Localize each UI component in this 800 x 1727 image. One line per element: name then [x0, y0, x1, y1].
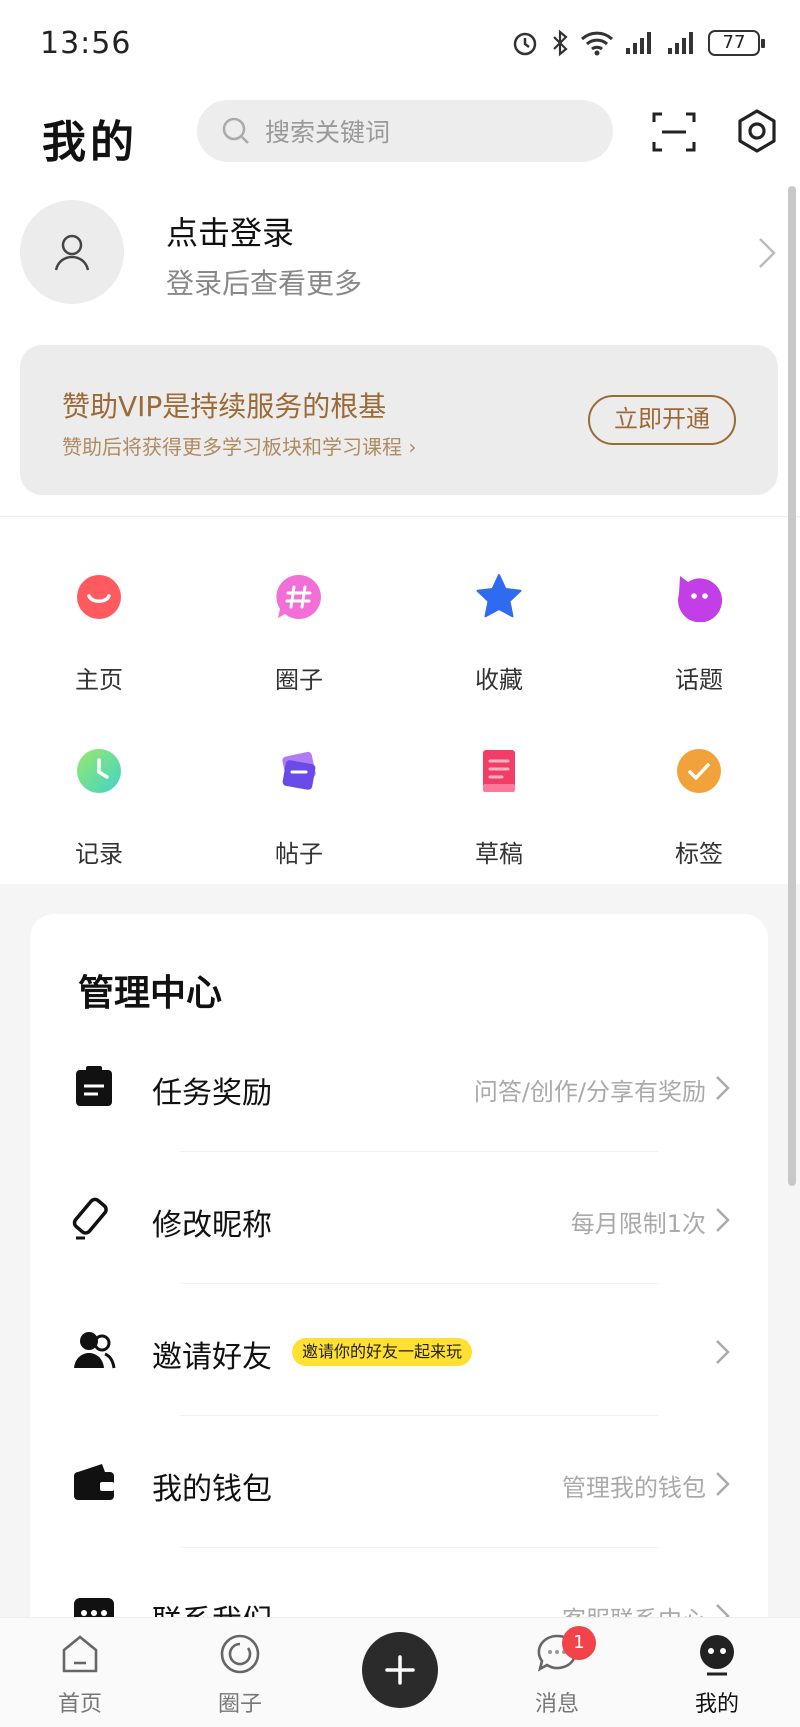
wifi-icon	[580, 31, 614, 56]
home-icon	[62, 1635, 98, 1673]
shortcut-label: 记录	[75, 840, 123, 868]
plus-icon	[385, 1655, 415, 1685]
management-panel: 管理中心 任务奖励 问答/创作/分享有奖励 修改昵称 每月限制1次 邀请好友 邀…	[30, 914, 768, 1674]
chevron-right-icon	[716, 1208, 730, 1232]
login-subtitle: 登录后查看更多	[166, 267, 363, 300]
menu-item-change-nickname[interactable]: 修改昵称 每月限制1次	[30, 1152, 768, 1284]
chevron-right-icon	[716, 1472, 730, 1496]
shortcut-label: 草稿	[475, 840, 523, 868]
tab-label: 我的	[694, 1692, 739, 1717]
menu-label: 修改昵称	[152, 1208, 272, 1243]
star-icon	[476, 574, 522, 618]
shortcut-tags[interactable]: 标签	[639, 746, 759, 869]
settings-icon[interactable]	[734, 108, 780, 154]
vip-subtitle[interactable]: 赞助后将获得更多学习板块和学习课程 ›	[62, 431, 416, 460]
smile-icon	[77, 575, 121, 619]
eraser-icon	[72, 1197, 108, 1240]
alarm-icon	[513, 32, 537, 56]
menu-item-task-rewards[interactable]: 任务奖励 问答/创作/分享有奖励	[30, 1020, 768, 1152]
menu-hint: 问答/创作/分享有奖励	[473, 1078, 706, 1106]
shortcut-home[interactable]: 主页	[39, 572, 159, 695]
login-title: 点击登录	[166, 214, 295, 252]
shortcut-label: 话题	[675, 666, 723, 694]
search-icon	[222, 117, 249, 144]
avatar	[20, 200, 124, 304]
cards-icon	[282, 751, 316, 790]
bluetooth-icon	[553, 29, 568, 57]
promo-badge: 邀请你的好友一起来玩	[292, 1338, 473, 1366]
clock-icon	[77, 749, 121, 793]
tab-label: 圈子	[217, 1692, 262, 1717]
signal-icon-2	[668, 32, 693, 54]
menu-label: 我的钱包	[152, 1472, 272, 1507]
scrollbar[interactable]	[788, 186, 796, 1186]
signal-icon	[626, 32, 651, 54]
scan-icon[interactable]	[652, 110, 696, 154]
shortcut-label: 圈子	[275, 666, 323, 694]
search-input[interactable]: 搜索关键词	[197, 100, 613, 162]
menu-hint: 管理我的钱包	[562, 1474, 706, 1502]
chat-face-icon	[678, 576, 723, 623]
shortcut-topics[interactable]: 话题	[639, 572, 759, 695]
chevron-right-icon	[759, 238, 776, 268]
shortcut-drafts[interactable]: 草稿	[439, 746, 559, 869]
users-icon	[74, 1332, 116, 1369]
vip-banner[interactable]: 赞助VIP是持续服务的根基 赞助后将获得更多学习板块和学习课程 › 立即开通	[20, 345, 778, 495]
chevron-right-icon	[716, 1076, 730, 1100]
shortcut-label: 标签	[675, 840, 723, 868]
tab-messages[interactable]: 消息	[497, 1618, 617, 1727]
tab-label: 首页	[57, 1692, 102, 1717]
shortcut-history[interactable]: 记录	[39, 746, 159, 869]
document-icon	[483, 750, 515, 792]
clipboard-icon	[76, 1066, 112, 1106]
user-icon	[54, 234, 90, 271]
menu-label: 邀请好友	[152, 1340, 272, 1375]
divider	[0, 516, 800, 517]
page-title: 我的	[42, 117, 138, 168]
status-time: 13:56	[40, 26, 132, 61]
bottom-tab-bar: 首页 圈子 消息 1 我的	[0, 1617, 800, 1727]
tab-circle[interactable]: 圈子	[180, 1618, 300, 1727]
vip-open-button[interactable]: 立即开通	[588, 395, 736, 445]
shortcut-circle[interactable]: 圈子	[239, 572, 359, 695]
shortcut-favorites[interactable]: 收藏	[439, 572, 559, 695]
tab-home[interactable]: 首页	[20, 1618, 140, 1727]
menu-item-invite-friends[interactable]: 邀请好友 邀请你的好友一起来玩	[30, 1284, 768, 1416]
shortcut-posts[interactable]: 帖子	[239, 746, 359, 869]
shortcut-label: 帖子	[275, 840, 323, 868]
tab-label: 消息	[534, 1692, 579, 1717]
check-icon	[677, 749, 721, 793]
add-post-button[interactable]	[362, 1632, 438, 1708]
header: 我的 搜索关键词	[0, 92, 800, 182]
chevron-right-icon	[716, 1340, 730, 1364]
unread-badge: 1	[562, 1626, 596, 1660]
wallet-icon	[74, 1464, 114, 1500]
menu-hint: 每月限制1次	[570, 1210, 706, 1238]
profile-face-icon	[700, 1635, 734, 1676]
profile-login-row[interactable]: 点击登录 登录后查看更多	[0, 196, 800, 316]
search-placeholder: 搜索关键词	[265, 118, 391, 147]
panel-title: 管理中心	[78, 973, 223, 1014]
tab-mine[interactable]: 我的	[657, 1618, 777, 1727]
hash-icon	[276, 574, 321, 619]
menu-item-wallet[interactable]: 我的钱包 管理我的钱包	[30, 1416, 768, 1548]
battery-indicator: 77	[708, 30, 765, 56]
circle-icon	[220, 1634, 260, 1674]
shortcut-label: 主页	[75, 666, 123, 694]
status-icons: 77	[510, 28, 765, 58]
status-bar: 13:56 77	[0, 0, 800, 92]
shortcut-label: 收藏	[475, 666, 523, 694]
menu-label: 任务奖励	[152, 1076, 272, 1111]
vip-title: 赞助VIP是持续服务的根基	[62, 390, 387, 423]
